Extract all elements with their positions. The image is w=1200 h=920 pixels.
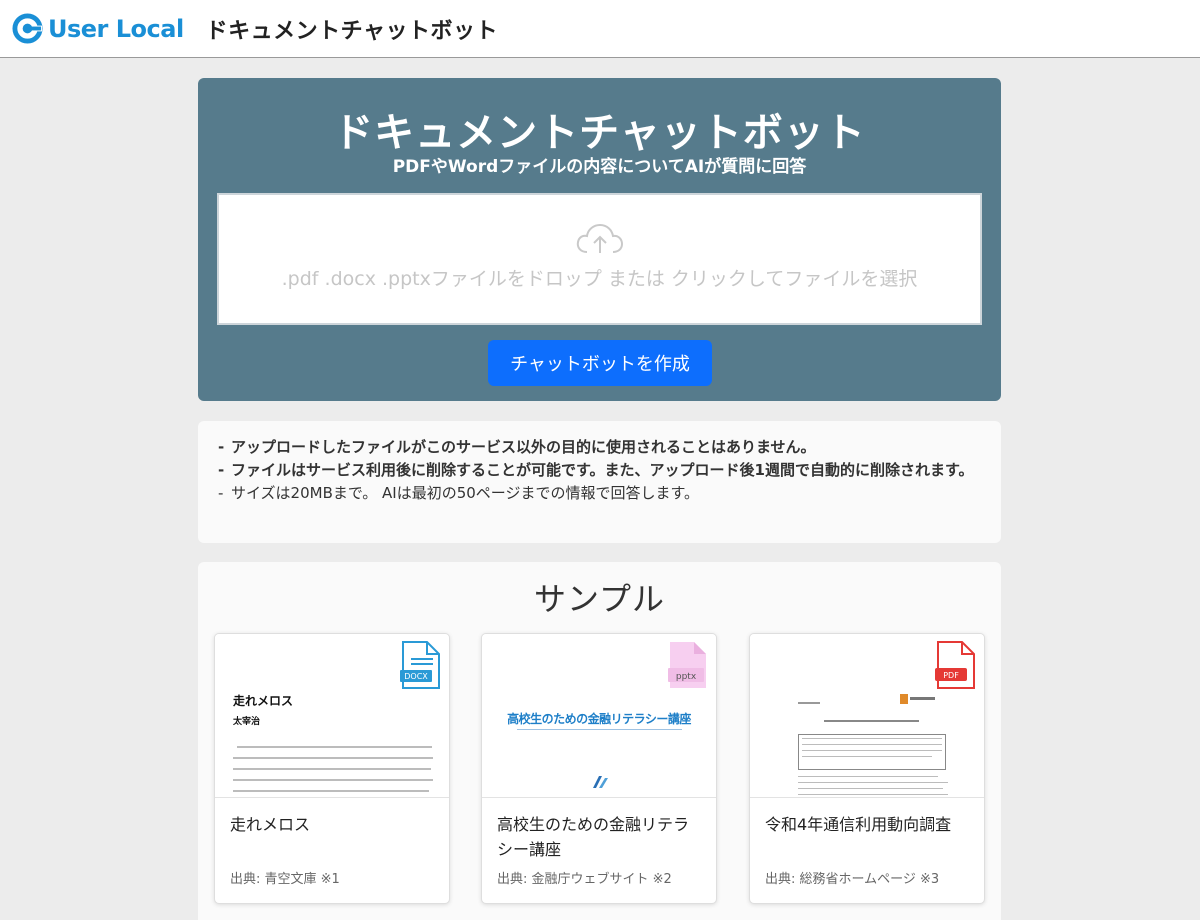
sample-thumbnail: DOCX 走れメロス 太宰治 (215, 634, 449, 798)
samples-heading: サンプル (533, 580, 666, 618)
svg-text:PDF: PDF (943, 671, 959, 680)
svg-text:pptx: pptx (676, 672, 697, 682)
notice-panel: - アップロードしたファイルがこのサービス以外の目的に使用されることはありません。… (198, 421, 1001, 543)
hero-title: ドキュメントチャットボット (333, 110, 866, 156)
userlocal-logo[interactable]: User Local (12, 13, 184, 44)
pdf-file-icon: PDF (935, 641, 975, 689)
fsa-logo-icon (593, 776, 608, 788)
notice-item: - サイズは20MBまで。 AIは最初の50ページまでの情報で回答します。 (218, 484, 700, 502)
sample-thumbnail: PDF (750, 634, 984, 798)
notice-item: - ファイルはサービス利用後に削除することが可能です。また、アップロード後1週間で… (218, 461, 974, 479)
thumbnail-title: 高校生のための金融リテラシー講座 (507, 712, 691, 726)
cloud-upload-icon (576, 223, 623, 253)
sample-card-title: 走れメロス (230, 815, 311, 834)
sample-card-source: 出典: 青空文庫 ※1 (230, 872, 340, 887)
hero-panel: ドキュメントチャットボット PDFやWordファイルの内容についてAIが質問に回… (198, 78, 1001, 401)
sample-card-title: 令和4年通信利用動向調査 (765, 815, 952, 834)
dropzone-text: .pdf .docx .pptxファイルをドロップ または クリックしてファイル… (281, 267, 918, 290)
sample-card-source: 出典: 金融庁ウェブサイト ※2 (497, 872, 672, 887)
svg-text:DOCX: DOCX (404, 672, 428, 681)
sample-card-financial-literacy[interactable]: pptx 高校生のための金融リテラシー講座 高校生のための金融リテラシー講座 出… (481, 633, 717, 904)
thumbnail-author: 太宰治 (233, 717, 261, 727)
sample-thumbnail: pptx 高校生のための金融リテラシー講座 (482, 634, 716, 798)
top-bar: User Local ドキュメントチャットボット (0, 0, 1200, 58)
create-chatbot-button[interactable]: チャットボットを作成 (488, 340, 712, 386)
docx-file-icon: DOCX (400, 641, 440, 689)
sample-card-source: 出典: 総務省ホームページ ※3 (765, 872, 940, 887)
notice-item: - アップロードしたファイルがこのサービス以外の目的に使用されることはありません。 (218, 438, 816, 456)
sample-card-hashire-melos[interactable]: DOCX 走れメロス 太宰治 走れメロス 出典: 青空文庫 ※1 (214, 633, 450, 904)
sample-card-communication-survey[interactable]: PDF 令和4年通信利用動向調査 出典: 総務省ホームページ ※3 (749, 633, 985, 904)
file-dropzone[interactable]: .pdf .docx .pptxファイルをドロップ または クリックしてファイル… (217, 193, 982, 325)
samples-section: サンプル DOCX 走れメロス 太宰治 走れメロス 出典: 青空文庫 ※1 pp… (198, 562, 1001, 920)
userlocal-logo-icon (12, 13, 43, 44)
logo-text: User Local (48, 14, 184, 43)
sample-card-title: 高校生のための金融リテラシー講座 (497, 815, 690, 859)
app-title: ドキュメントチャットボット (205, 18, 498, 44)
hero-subtitle: PDFやWordファイルの内容についてAIが質問に回答 (392, 157, 807, 177)
pptx-file-icon: pptx (668, 642, 706, 688)
thumbnail-title: 走れメロス (233, 694, 294, 708)
